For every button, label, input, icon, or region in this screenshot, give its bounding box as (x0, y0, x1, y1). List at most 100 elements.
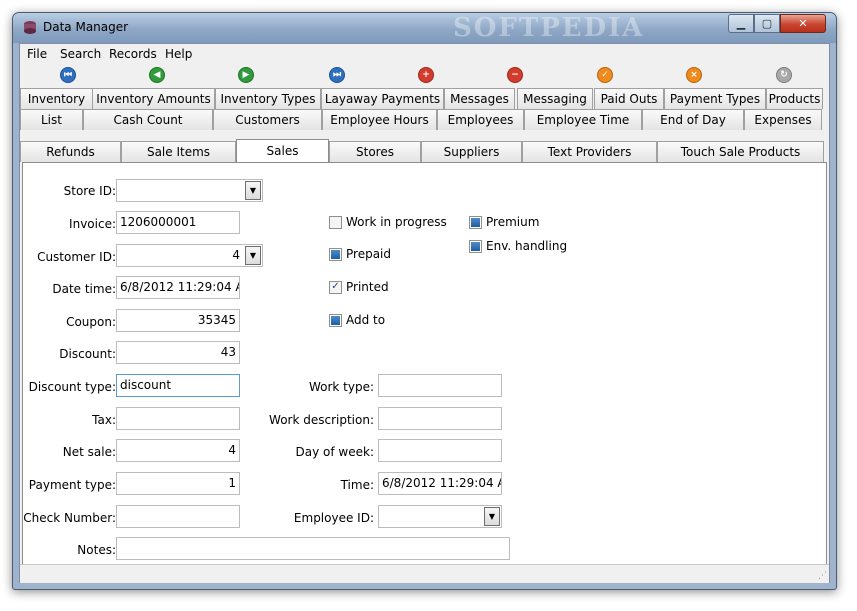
tab-list[interactable]: List (20, 109, 83, 130)
minimize-button[interactable]: ▁ (728, 14, 754, 33)
tab-touch-sale-products[interactable]: Touch Sale Products (657, 141, 824, 162)
cancel-edit-icon[interactable]: × (686, 67, 702, 83)
maximize-button[interactable]: ▢ (754, 14, 780, 33)
tab-inventory[interactable]: Inventory (20, 88, 93, 109)
next-record-icon[interactable]: ▶ (238, 67, 254, 83)
employee-id-combo[interactable]: ▼ (378, 505, 502, 528)
tab-employee-hours[interactable]: Employee Hours (322, 109, 437, 130)
app-icon (24, 21, 36, 34)
resize-grip-icon[interactable]: ⋰ (818, 571, 827, 581)
status-bar: ⋰ (20, 564, 829, 583)
title-bar[interactable]: Data Manager SOFTPEDIA ▁ ▢ ✕ (13, 13, 836, 43)
menu-help[interactable]: Help (165, 47, 192, 61)
sales-panel: Store ID: Invoice: Customer ID: Date tim… (22, 162, 827, 575)
printed-checkbox[interactable]: ✓ Printed (329, 280, 389, 294)
delete-record-icon[interactable]: − (507, 67, 523, 83)
checkbox-empty-icon (329, 215, 342, 229)
tab-row-3: Refunds Sale Items Sales Stores Suppliers Tex… (20, 139, 829, 162)
tab-row-2: List Cash Count Customers Employee Hours Emp… (20, 109, 829, 130)
chevron-down-icon[interactable]: ▼ (245, 246, 261, 265)
close-button[interactable]: ✕ (780, 14, 826, 33)
prepaid-checkbox[interactable]: Prepaid (329, 247, 391, 261)
premium-label: Premium (486, 215, 540, 229)
tab-products[interactable]: Products (766, 88, 823, 109)
date-time-label: Date time: (52, 282, 116, 296)
chevron-down-icon[interactable]: ▼ (484, 507, 500, 526)
check-number-field[interactable] (116, 505, 240, 528)
day-of-week-field[interactable] (378, 439, 502, 462)
tab-cash-count[interactable]: Cash Count (83, 109, 213, 130)
net-sale-label: Net sale: (62, 445, 116, 459)
tab-sale-items[interactable]: Sale Items (121, 141, 236, 162)
menu-bar: File Search Records Help (20, 44, 829, 64)
tab-suppliers[interactable]: Suppliers (421, 141, 522, 162)
tab-customers[interactable]: Customers (213, 109, 322, 130)
coupon-label: Coupon: (66, 315, 116, 329)
add-record-icon[interactable]: + (418, 67, 434, 83)
maximize-icon: ▢ (761, 17, 773, 30)
chevron-down-icon[interactable]: ▼ (245, 181, 261, 200)
add-to-label: Add to (346, 313, 386, 327)
tab-inventory-types[interactable]: Inventory Types (215, 88, 321, 109)
time-field[interactable]: 6/8/2012 11:29:04 AM (378, 472, 502, 495)
prepaid-label: Prepaid (346, 247, 391, 261)
tab-layaway-payments[interactable]: Layaway Payments (321, 88, 444, 109)
watermark: SOFTPEDIA (453, 13, 645, 43)
menu-file[interactable]: File (27, 47, 47, 61)
env-handling-checkbox[interactable]: Env. handling (469, 239, 567, 253)
tax-field[interactable] (116, 407, 240, 430)
net-sale-field[interactable]: 4 (116, 439, 240, 462)
coupon-field[interactable]: 35345 (116, 309, 240, 332)
first-record-icon[interactable]: ⏮ (60, 67, 76, 83)
printed-label: Printed (346, 280, 389, 294)
tab-employee-time[interactable]: Employee Time (524, 109, 642, 130)
employee-id-label: Employee ID: (293, 511, 374, 525)
discount-field[interactable]: 43 (116, 341, 240, 364)
checkbox-indeterminate-icon (469, 239, 482, 253)
customer-id-combo[interactable]: 4 ▼ (116, 244, 263, 267)
store-id-label: Store ID: (63, 184, 116, 198)
previous-record-icon[interactable]: ◀ (149, 67, 165, 83)
store-id-combo[interactable]: ▼ (116, 179, 263, 202)
work-in-progress-label: Work in progress (346, 215, 447, 229)
tab-end-of-day[interactable]: End of Day (642, 109, 744, 130)
payment-type-field[interactable]: 1 (116, 472, 240, 495)
work-type-field[interactable] (378, 374, 502, 397)
tab-stores[interactable]: Stores (329, 141, 421, 162)
tab-employees[interactable]: Employees (437, 109, 524, 130)
tab-paid-outs[interactable]: Paid Outs (594, 88, 664, 109)
discount-type-field[interactable]: discount (116, 374, 240, 397)
tab-payment-types[interactable]: Payment Types (664, 88, 766, 109)
window-title: Data Manager (43, 20, 129, 34)
last-record-icon[interactable]: ⏭ (329, 67, 345, 83)
checkmark-icon: ✓ (329, 280, 342, 294)
refresh-icon[interactable]: ↻ (776, 67, 792, 83)
navigator-toolbar: ⏮ ◀ ▶ ⏭ + − ✓ × ↻ (20, 64, 829, 86)
discount-label: Discount: (59, 347, 116, 361)
work-description-label: Work description: (269, 413, 374, 427)
work-in-progress-checkbox[interactable]: Work in progress (329, 215, 447, 229)
work-type-label: Work type: (308, 380, 374, 394)
checkbox-indeterminate-icon (329, 247, 342, 261)
tab-sales[interactable]: Sales (236, 139, 329, 162)
invoice-label: Invoice: (69, 217, 116, 231)
add-to-checkbox[interactable]: Add to (329, 313, 385, 327)
tab-refunds[interactable]: Refunds (20, 141, 121, 162)
menu-search[interactable]: Search (60, 47, 101, 61)
edit-record-icon[interactable]: ✓ (597, 67, 613, 83)
tab-inventory-amounts[interactable]: Inventory Amounts (92, 88, 215, 109)
work-description-field[interactable] (378, 407, 502, 430)
tab-messaging[interactable]: Messaging (517, 88, 593, 109)
tax-label: Tax: (92, 413, 116, 427)
minimize-icon: ▁ (736, 17, 746, 30)
date-time-field[interactable]: 6/8/2012 11:29:04 AM (116, 276, 240, 299)
tab-expenses[interactable]: Expenses (744, 109, 822, 130)
notes-label: Notes: (77, 543, 116, 557)
notes-field[interactable] (116, 537, 510, 560)
tab-text-providers[interactable]: Text Providers (522, 141, 657, 162)
menu-records[interactable]: Records (109, 47, 157, 61)
customer-id-value: 4 (232, 248, 240, 262)
tab-messages[interactable]: Messages (444, 88, 515, 109)
premium-checkbox[interactable]: Premium (469, 215, 539, 229)
invoice-field[interactable]: 1206000001 (116, 211, 240, 234)
